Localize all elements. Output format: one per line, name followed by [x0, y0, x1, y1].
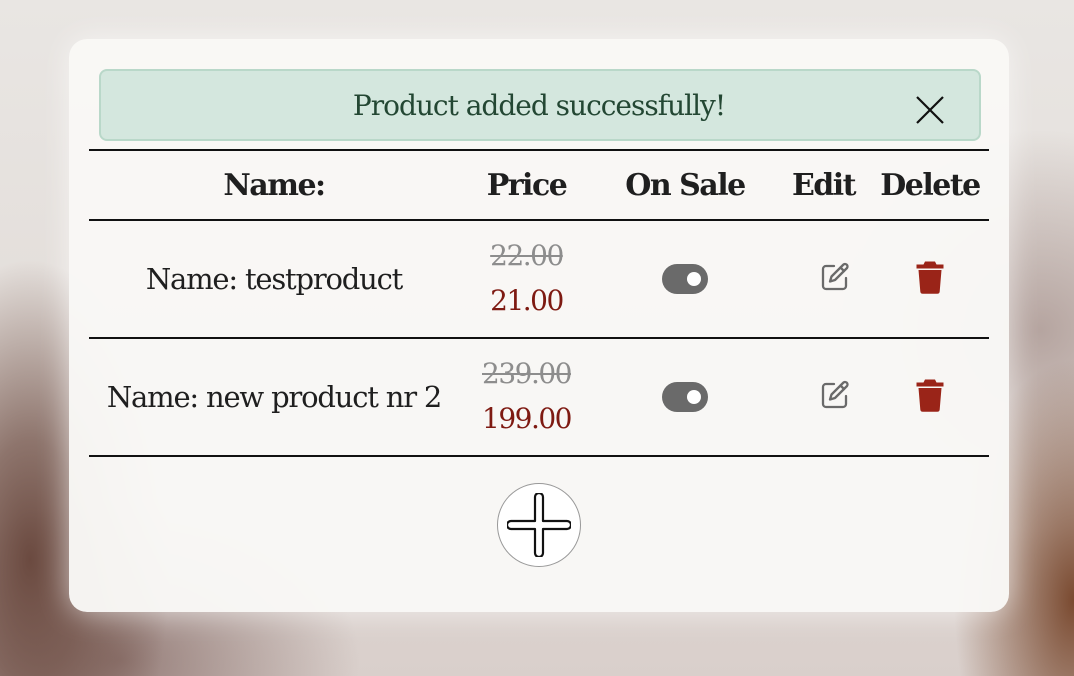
edit-cell [776, 338, 871, 456]
toggle-knob [687, 390, 701, 404]
close-alert-button[interactable] [915, 95, 945, 125]
edit-button[interactable] [818, 260, 852, 298]
trash-icon [916, 261, 944, 294]
trash-icon [916, 379, 944, 412]
edit-icon [821, 262, 849, 291]
product-name: Name: testproduct [145, 262, 403, 296]
on-sale-toggle[interactable] [662, 382, 708, 412]
table-row: Name: testproduct 22.00 21.00 [89, 220, 989, 338]
edit-cell [776, 220, 871, 338]
table-row: Name: new product nr 2 239.00 199.00 [89, 338, 989, 456]
on-sale-toggle[interactable] [662, 264, 708, 294]
original-price: 239.00 [482, 357, 572, 390]
delete-button[interactable] [915, 260, 945, 298]
sale-price: 21.00 [490, 284, 564, 317]
success-alert: Product added successfully! [99, 69, 981, 141]
header-edit: Edit [791, 167, 857, 203]
close-icon [916, 96, 944, 124]
price-cell: 239.00 199.00 [459, 338, 594, 456]
products-panel: Product added successfully! Name: Price … [69, 39, 1009, 612]
sale-price: 199.00 [482, 402, 572, 435]
edit-button[interactable] [818, 378, 852, 416]
original-price: 22.00 [490, 239, 564, 272]
products-table: Name: Price On Sale Edit Delete Name: te… [89, 149, 989, 457]
header-price: Price [486, 167, 568, 203]
on-sale-cell [594, 338, 776, 456]
on-sale-cell [594, 220, 776, 338]
product-name: Name: new product nr 2 [106, 380, 442, 414]
delete-cell [871, 338, 989, 456]
add-product-button[interactable] [497, 483, 581, 567]
delete-cell [871, 220, 989, 338]
plus-icon [507, 493, 571, 557]
header-delete: Delete [880, 167, 981, 203]
delete-button[interactable] [915, 378, 945, 416]
edit-icon [821, 380, 849, 409]
header-on-sale: On Sale [625, 167, 746, 203]
price-cell: 22.00 21.00 [459, 220, 594, 338]
header-name: Name: [223, 167, 326, 203]
table-header-row: Name: Price On Sale Edit Delete [89, 150, 989, 220]
alert-message: Product added successfully! [352, 88, 726, 122]
toggle-knob [687, 272, 701, 286]
